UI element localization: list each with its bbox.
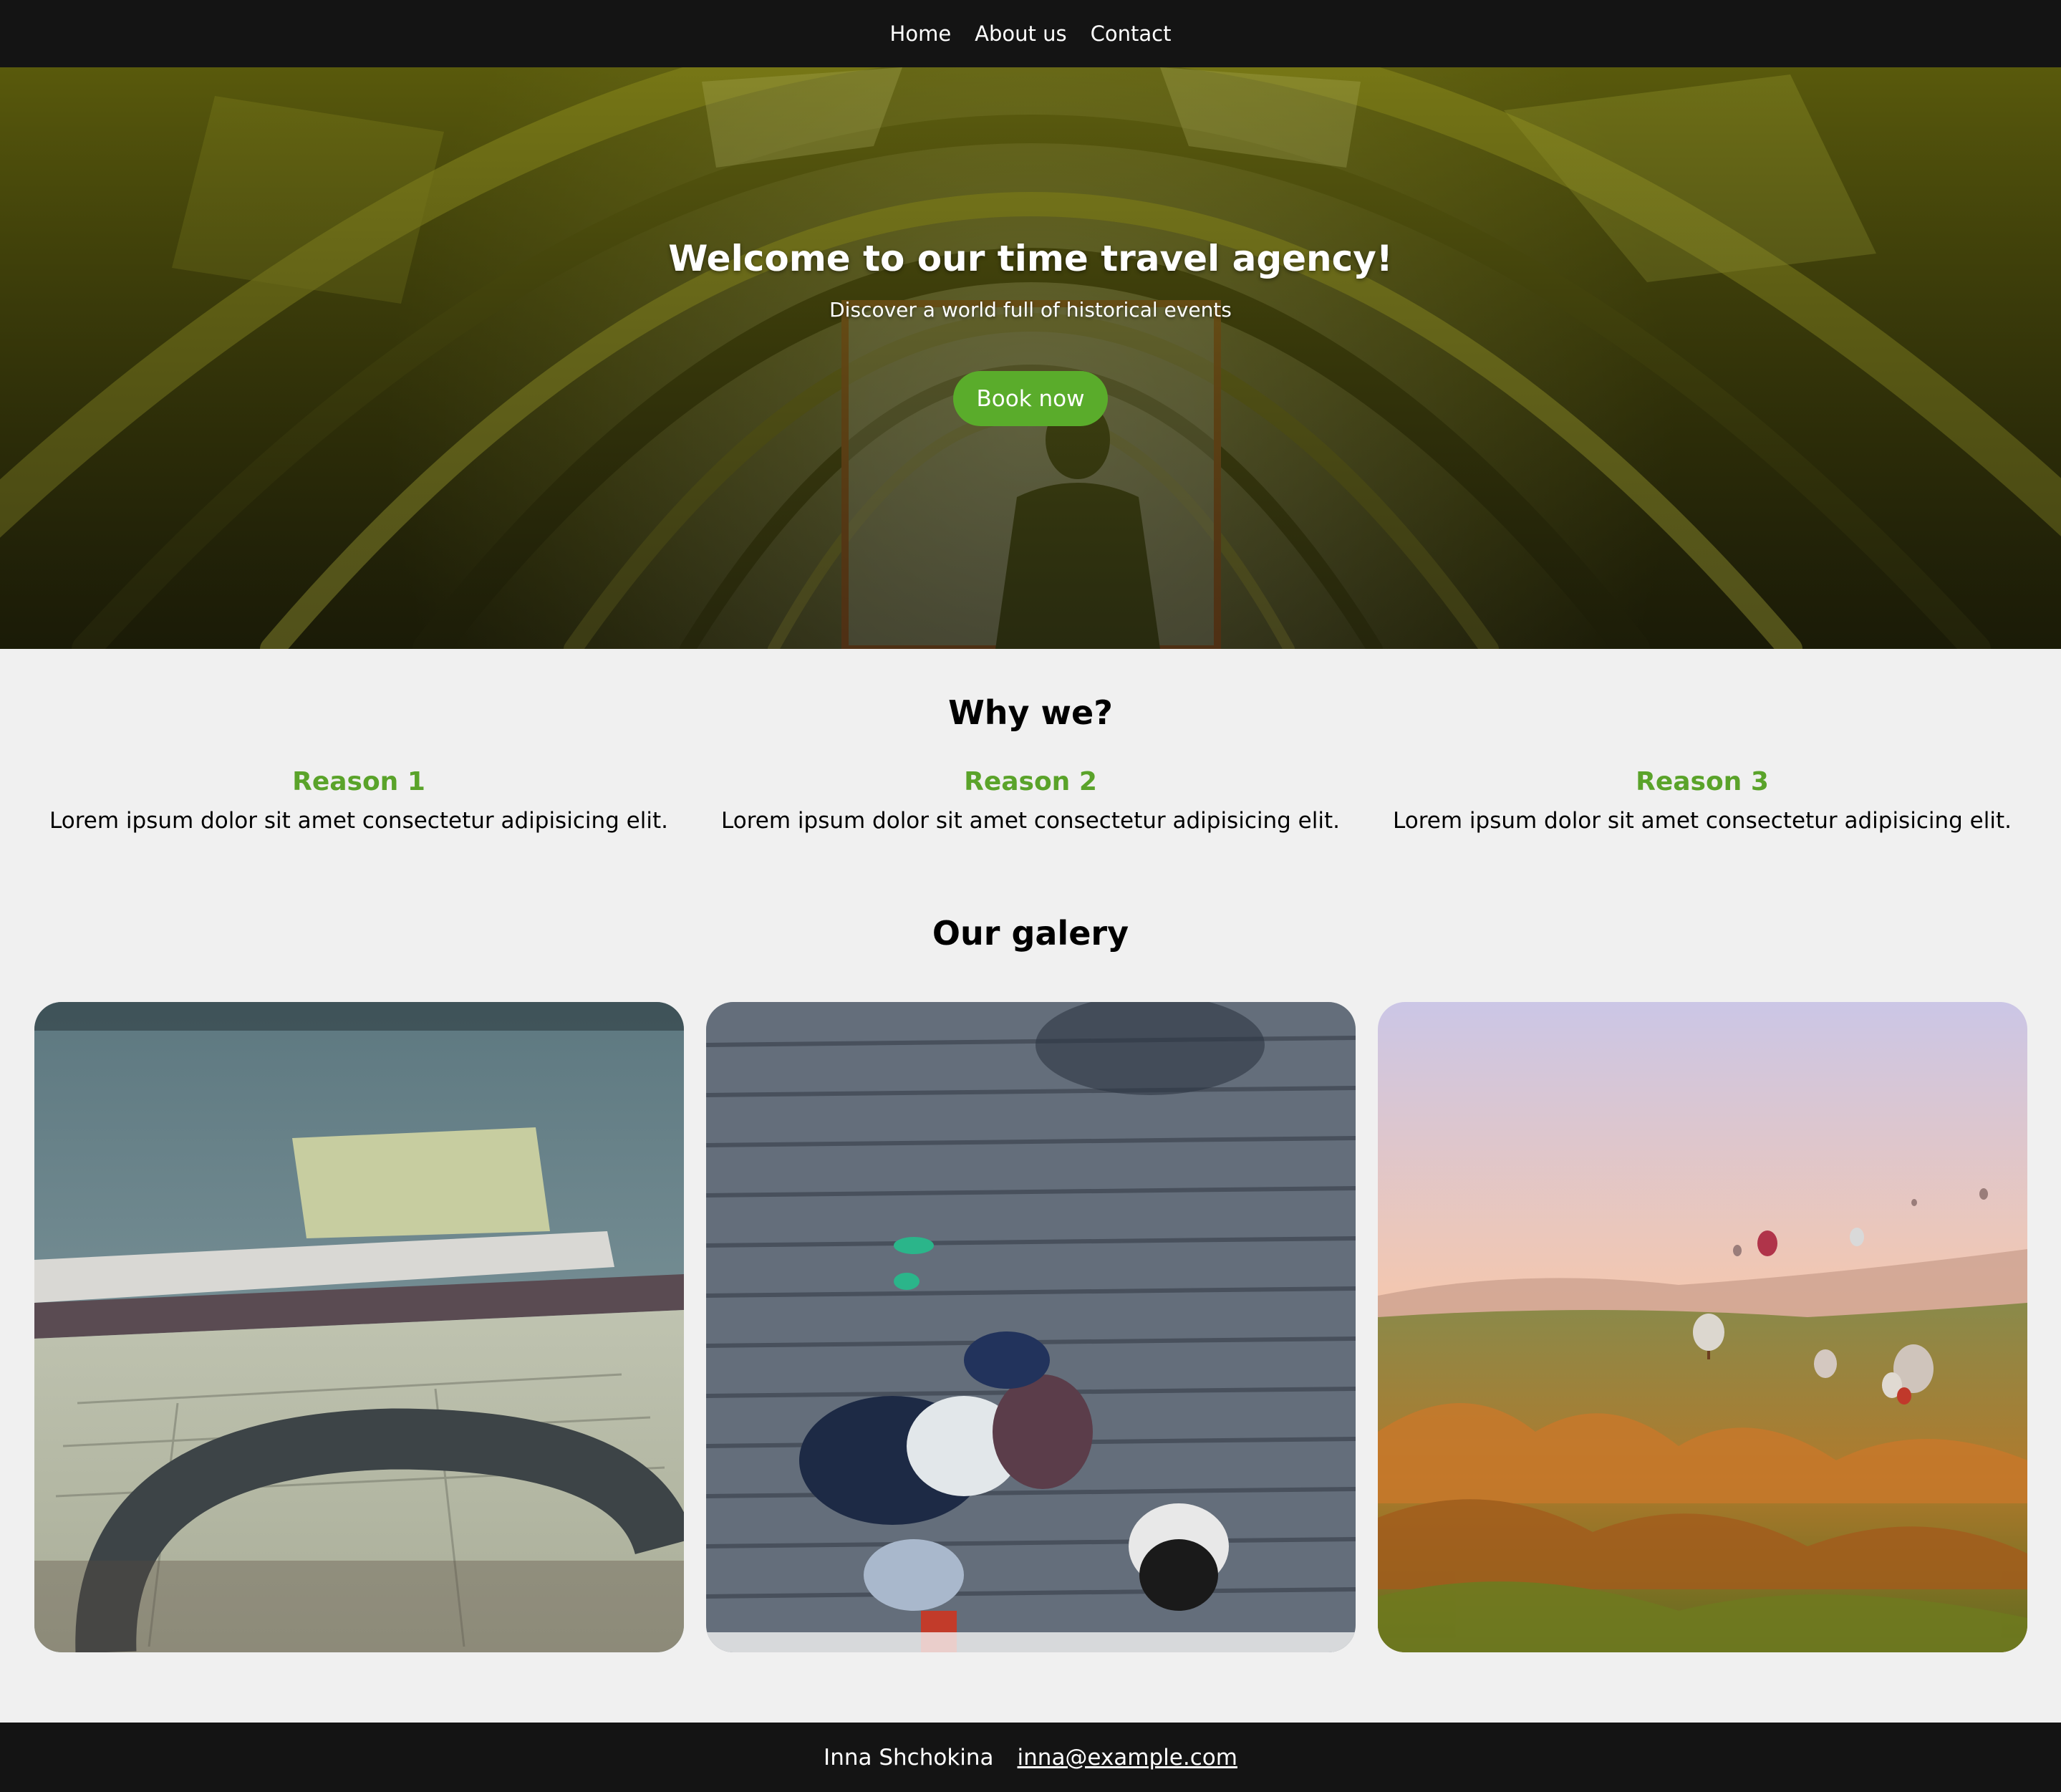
gallery-heading: Our galery <box>932 914 1129 953</box>
hero-subtitle: Discover a world full of historical even… <box>829 298 1232 322</box>
reason-card-2: Reason 2 Lorem ipsum dolor sit amet cons… <box>706 765 1355 837</box>
why-we-heading: Why we? <box>948 693 1113 732</box>
reason-title: Reason 1 <box>292 767 425 796</box>
hero-section: Welcome to our time travel agency! Disco… <box>0 67 2061 649</box>
gallery-image-boardwalk[interactable] <box>706 1002 1356 1652</box>
reason-card-3: Reason 3 Lorem ipsum dolor sit amet cons… <box>1378 765 2027 837</box>
reason-text: Lorem ipsum dolor sit amet consectetur a… <box>721 808 1340 834</box>
book-now-button[interactable]: Book now <box>953 371 1108 426</box>
reason-title: Reason 2 <box>964 767 1097 796</box>
hot-air-balloons-photo-icon <box>1378 1002 2027 1652</box>
reason-card-1: Reason 1 Lorem ipsum dolor sit amet cons… <box>34 765 683 837</box>
footer-email-link[interactable]: inna@example.com <box>1018 1745 1237 1771</box>
nav-about-link[interactable]: About us <box>975 23 1066 44</box>
gallery-image-balloons[interactable] <box>1378 1002 2027 1652</box>
reason-text: Lorem ipsum dolor sit amet consectetur a… <box>1393 808 2012 834</box>
map-compass-photo-icon <box>34 1002 684 1652</box>
reason-text: Lorem ipsum dolor sit amet consectetur a… <box>49 808 668 834</box>
hero-title: Welcome to our time travel agency! <box>668 238 1393 279</box>
footer: Inna Shchokina inna@example.com <box>0 1723 2061 1792</box>
top-nav: Home About us Contact <box>0 0 2061 67</box>
friends-on-boardwalk-photo-icon <box>706 1002 1356 1652</box>
nav-contact-link[interactable]: Contact <box>1091 23 1172 44</box>
reason-title: Reason 3 <box>1636 767 1769 796</box>
reasons-row: Reason 1 Lorem ipsum dolor sit amet cons… <box>34 765 2027 844</box>
hero-background-image <box>0 67 2061 649</box>
nav-home-link[interactable]: Home <box>890 23 952 44</box>
footer-author-name: Inna Shchokina <box>824 1744 994 1771</box>
gallery-image-map[interactable] <box>34 1002 684 1652</box>
